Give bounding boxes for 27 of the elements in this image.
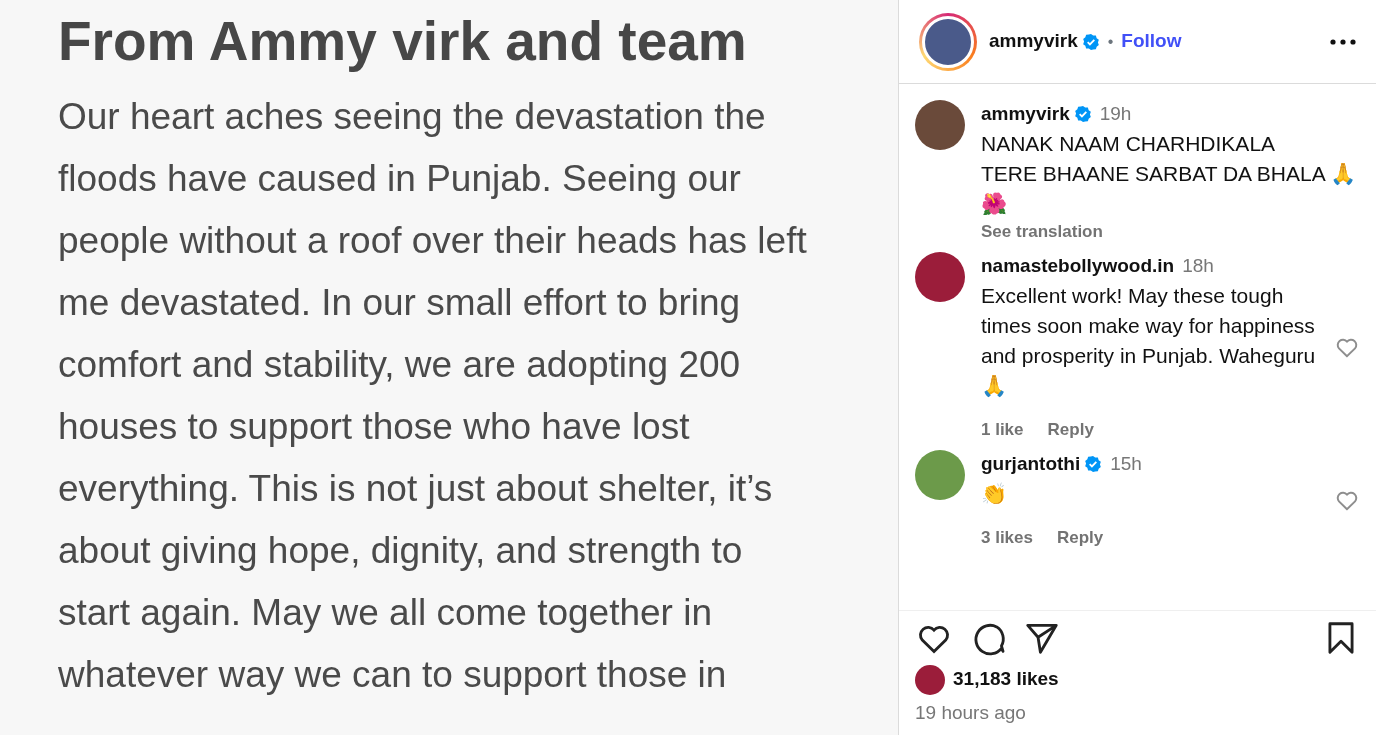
like-count: 1 like xyxy=(981,418,1024,441)
avatar xyxy=(915,252,965,302)
username-link[interactable]: ammyvirk xyxy=(981,100,1070,129)
username-link[interactable]: gurjantothi xyxy=(981,450,1081,479)
post-time: 19 hours ago xyxy=(915,700,1027,725)
see-translation-link[interactable]: See translation xyxy=(981,218,1103,244)
comment-time: 15h xyxy=(1110,452,1142,476)
post-image-text: Our heart aches seeing the devastation the floods have caused in Punjab. Seeing our people without a roof over their heads has left me devastated. In our small effort to bring comfort and stability, we are adopting 200 houses to support those who have lost everything. This is not just about shelter, it’s about giving hope, dignity, and strength to start again. May we all come together in whatever way we can to support those in xyxy=(58,95,808,697)
more-options-icon[interactable] xyxy=(1330,38,1356,45)
reply-link[interactable]: Reply xyxy=(1047,416,1094,442)
username-link[interactable]: namastebollywood.in xyxy=(981,252,1175,281)
username-link[interactable]: ammyvirk xyxy=(989,27,1078,56)
avatar xyxy=(915,664,945,695)
avatar xyxy=(915,450,965,500)
post-image-title: From Ammy virk and team xyxy=(58,9,748,74)
follow-link[interactable]: Follow xyxy=(1121,27,1182,56)
comment-time: 19h xyxy=(1099,102,1132,126)
like-count: 3 likes xyxy=(981,526,1033,549)
likes-count: 31,183 likes xyxy=(953,667,1059,692)
comment-text: NANAK NAAM CHARHDIKALA TERE BHAANE SARBAT DA BHALA 🙏 🌺 xyxy=(981,130,1358,217)
reply-link[interactable]: Reply xyxy=(1057,524,1104,550)
avatar xyxy=(915,100,965,150)
comment-text: 👏 xyxy=(981,480,1008,507)
separator-dot: • xyxy=(1107,31,1114,52)
comment-text: Excellent work! May these tough times soon make way for happiness and prosperity in Punjab. Waheguru 🙏 xyxy=(981,282,1317,399)
comment-time: 18h xyxy=(1182,254,1214,278)
avatar-ring[interactable] xyxy=(919,12,977,71)
